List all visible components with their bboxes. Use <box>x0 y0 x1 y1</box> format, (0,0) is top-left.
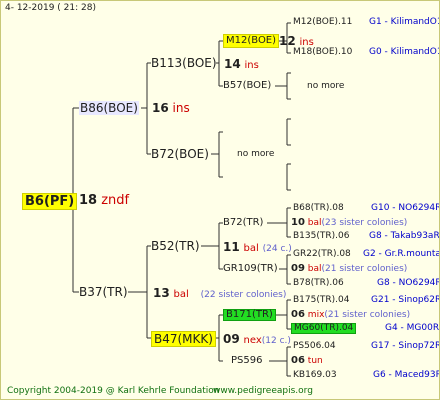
queen-b86-info: 16 ins <box>152 102 190 114</box>
queen-b135-code: G8 - Takab93aR <box>369 231 440 241</box>
queen-b68: B68(TR).08 <box>293 203 344 213</box>
queen-b113-number: 14 <box>224 57 241 71</box>
queen-b78: B78(TR).06 <box>293 278 344 288</box>
queen-b37-siblings: (22 sister colonies) <box>200 290 287 300</box>
queen-b37-info: 13 bal (22 sister colonies) <box>153 287 286 300</box>
queen-gr109-info: 09 bal(21 sister colonies) <box>291 264 407 274</box>
queen-b72-tr: B72(TR) <box>223 217 264 228</box>
root-queen: B6(PF) <box>22 193 78 210</box>
footer-site-link[interactable]: www.pedigreeapis.org <box>213 387 313 396</box>
pedigree-chart: 4- 12-2019 ( 21: 28) B6(PF) 18 zndf B86(… <box>0 0 440 400</box>
queen-ps506-code: G17 - Sinop72R <box>371 341 440 351</box>
queen-m12-11-code: G1 - KilimandO1 <box>369 17 440 27</box>
queen-gr22: GR22(TR).08 <box>293 249 351 259</box>
queen-b47-siblings: (12 c.) <box>261 336 291 346</box>
queen-b37: B37(TR) <box>79 285 128 299</box>
queen-b171-info: 06 mix(21 sister colonies) <box>291 310 410 320</box>
queen-b175: B175(TR).04 <box>293 295 350 305</box>
queen-b86: B86(BOE) <box>79 101 139 115</box>
queen-mg60: MG60(TR).04 <box>291 323 357 334</box>
queen-b72-tr-race: bal <box>307 218 322 228</box>
queen-m12-11: M12(BOE).11 <box>293 17 353 27</box>
queen-b72-tr-info: 10 bal(23 sister colonies) <box>291 218 407 228</box>
queen-b68-code: G10 - NO6294R <box>371 203 440 213</box>
queen-b135: B135(TR).06 <box>293 231 350 241</box>
queen-b171-siblings: (21 sister colonies) <box>324 310 411 320</box>
queen-mg60-code: G4 - MG00R <box>385 323 440 333</box>
queen-b72-tr-siblings: (23 sister colonies) <box>321 218 408 228</box>
queen-ps596: PS596 <box>231 355 263 366</box>
root-race: zndf <box>101 193 130 208</box>
queen-gr109-siblings: (21 sister colonies) <box>321 264 408 274</box>
queen-b52-info: 11 bal (24 c.) <box>223 241 292 254</box>
queen-gr22-code: G2 - Gr.R.mounta <box>363 249 440 259</box>
queen-b52: B52(TR) <box>151 239 200 253</box>
queen-b37-race: bal <box>173 289 189 300</box>
queen-b78-code: G8 - NO6294R <box>377 278 440 288</box>
queen-b113: B113(BOE) <box>151 56 217 70</box>
timestamp: 4- 12-2019 ( 21: 28) <box>5 3 96 13</box>
queen-b57: B57(BOE) <box>223 80 272 91</box>
queen-b47-number: 09 <box>223 332 240 346</box>
queen-b171-number: 06 <box>291 309 305 320</box>
queen-b47-info: 09 nex(12 c.) <box>223 333 291 346</box>
queen-gr109-number: 09 <box>291 263 305 274</box>
queen-b37-number: 13 <box>153 286 170 300</box>
root-number: 18 <box>79 193 98 208</box>
footer-copyright: Copyright 2004-2019 @ Karl Kehrle Founda… <box>7 386 220 396</box>
root-info: 18 zndf <box>79 194 129 207</box>
queen-b52-siblings: (24 c.) <box>262 244 292 254</box>
queen-b72-tr-number: 10 <box>291 217 305 228</box>
queen-m18-10: M18(BOE).10 <box>293 47 353 57</box>
queen-gr109-race: bal <box>307 264 322 274</box>
queen-b52-race: bal <box>243 243 259 254</box>
queen-b57-note: no more <box>307 81 345 91</box>
queen-b175-code: G21 - Sinop62R <box>371 295 440 305</box>
queen-b47-race: nex <box>243 335 262 346</box>
queen-gr109: GR109(TR) <box>223 263 278 274</box>
queen-b47: B47(MKK) <box>151 331 216 347</box>
queen-ps596-info: 06 tun <box>291 356 323 366</box>
queen-b86-number: 16 <box>152 101 169 115</box>
queen-ps596-number: 06 <box>291 355 305 366</box>
queen-b171: B171(TR) <box>223 309 276 321</box>
queen-m18-10-code: G0 - KilimandO1 <box>369 47 440 57</box>
queen-m12-number: 12 <box>279 34 296 48</box>
queen-b171-race: mix <box>307 310 325 320</box>
queen-kb169: KB169.03 <box>293 370 337 380</box>
queen-b72-boe: B72(BOE) <box>151 147 209 161</box>
queen-ps506: PS506.04 <box>293 341 336 351</box>
queen-b72-boe-note: no more <box>237 149 275 159</box>
queen-b113-race: ins <box>244 60 259 71</box>
queen-m12: M12(BOE) <box>223 34 280 48</box>
queen-b113-info: 14 ins <box>224 58 259 71</box>
queen-kb169-code: G6 - Maced93R <box>373 370 440 380</box>
queen-b52-number: 11 <box>223 240 240 254</box>
queen-ps596-race: tun <box>307 356 323 366</box>
queen-b86-race: ins <box>172 101 190 115</box>
